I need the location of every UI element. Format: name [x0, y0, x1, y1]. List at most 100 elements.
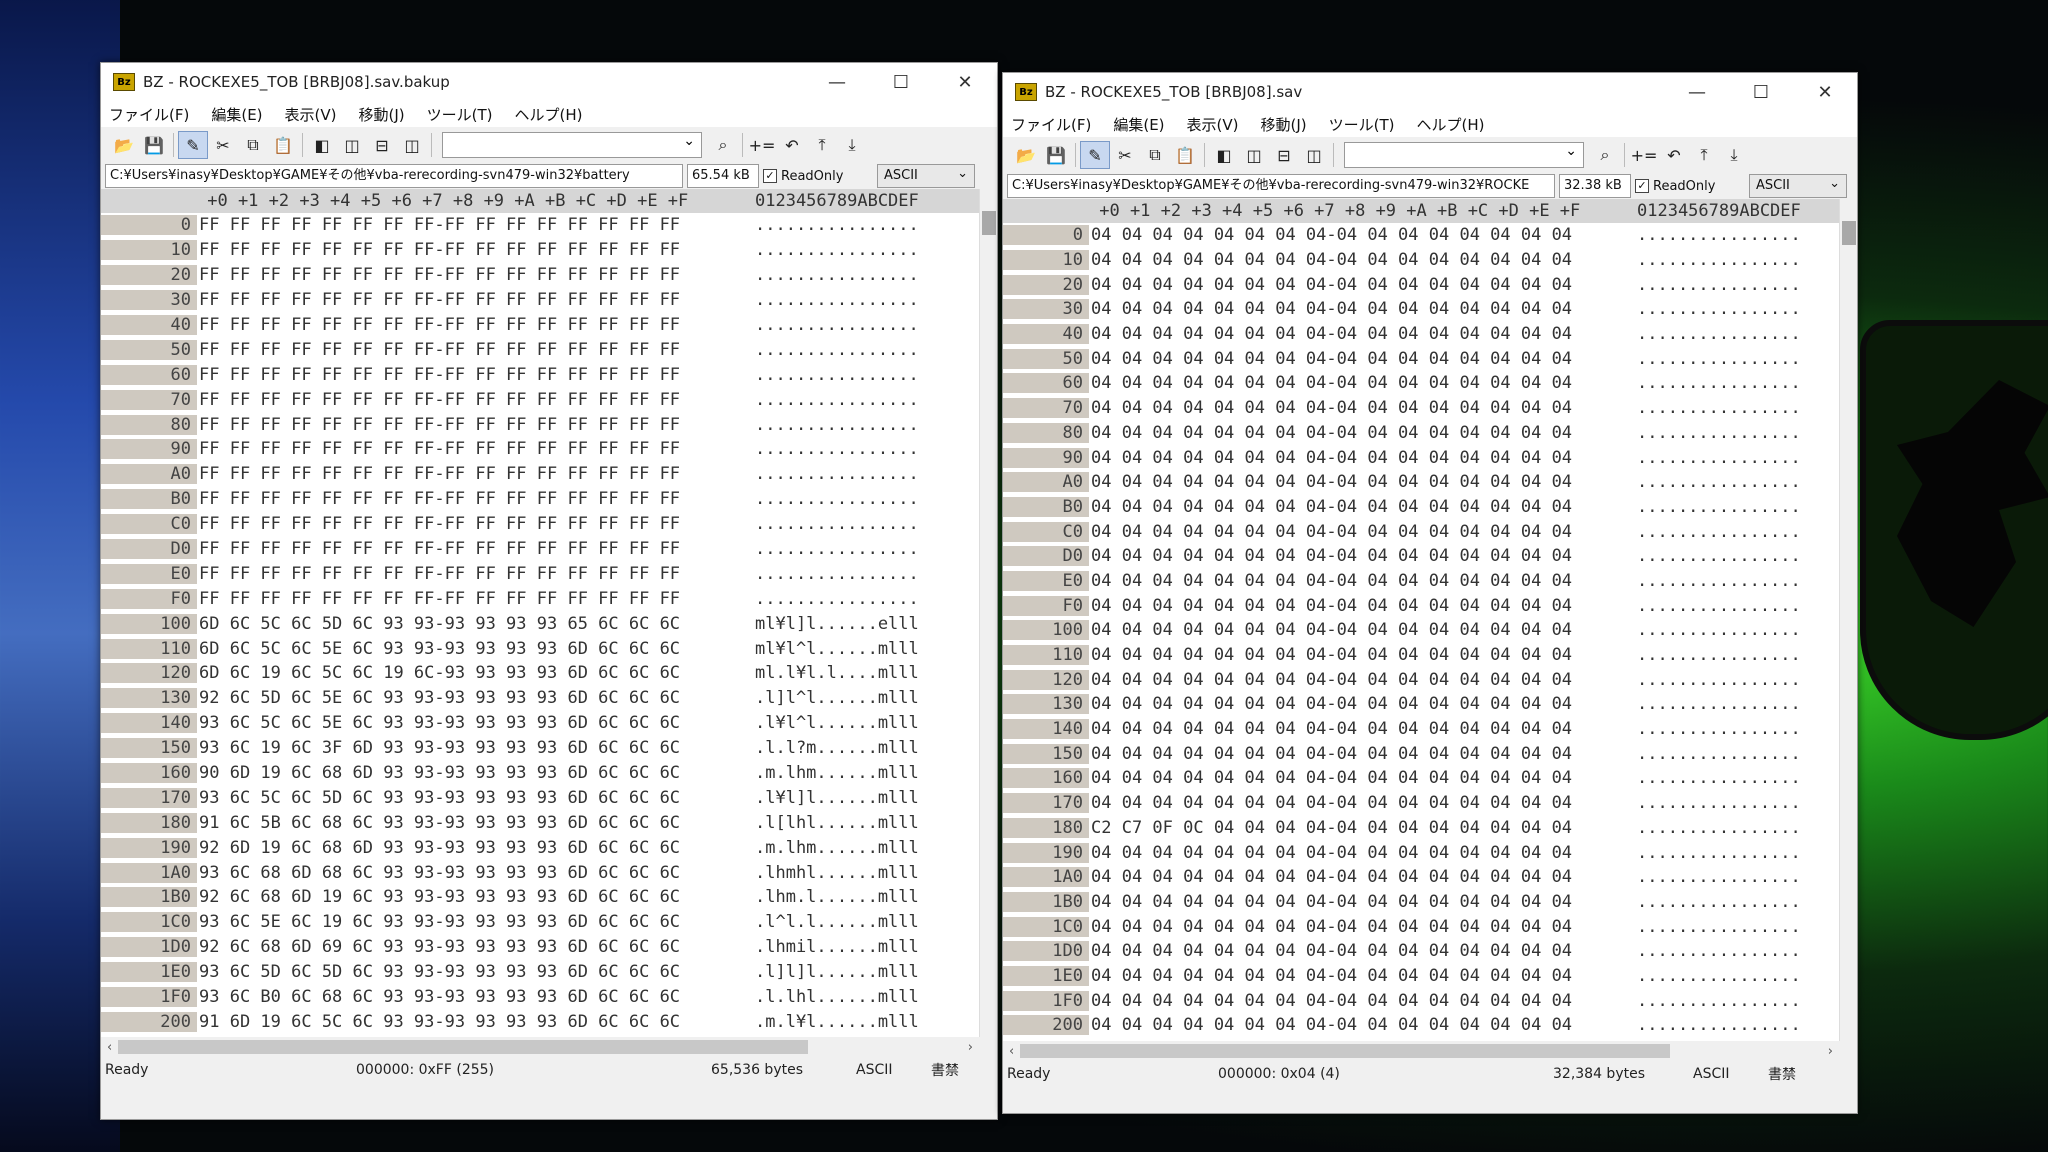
minimize-button[interactable]: —	[1665, 82, 1729, 103]
readonly-checkbox[interactable]: ✓ ReadOnly	[763, 169, 873, 184]
row-hex-bytes[interactable]: 91 6C 5B 6C 68 6C 93 93-93 93 93 93 6D 6…	[197, 813, 743, 833]
row-hex-bytes[interactable]: 04 04 04 04 04 04 04 04-04 04 04 04 04 0…	[1089, 991, 1625, 1011]
row-ascii[interactable]: ................	[743, 514, 919, 534]
scroll-left-icon[interactable]: ‹	[1003, 1044, 1020, 1059]
hex-row[interactable]: 140 93 6C 5C 6C 5E 6C 93 93-93 93 93 93 6…	[101, 711, 997, 736]
row-hex-bytes[interactable]: 04 04 04 04 04 04 04 04-04 04 04 04 04 0…	[1089, 324, 1625, 344]
row-ascii[interactable]: ................	[1625, 497, 1801, 517]
cut-icon[interactable]: ✂	[208, 131, 238, 159]
hex-view[interactable]: +0 +1 +2 +3 +4 +5 +6 +7 +8 +9 +A +B +C +…	[101, 189, 997, 1037]
hex-row[interactable]: A0 FF FF FF FF FF FF FF FF-FF FF FF FF FF…	[101, 462, 997, 487]
hex-row[interactable]: 0 04 04 04 04 04 04 04 04-04 04 04 04 04 …	[1003, 223, 1857, 248]
row-ascii[interactable]: ................	[1625, 620, 1801, 640]
row-hex-bytes[interactable]: 92 6C 68 6D 19 6C 93 93-93 93 93 93 6D 6…	[197, 887, 743, 907]
scroll-right-icon[interactable]: ›	[968, 1040, 997, 1055]
hex-row[interactable]: 10 FF FF FF FF FF FF FF FF-FF FF FF FF FF…	[101, 238, 997, 263]
row-hex-bytes[interactable]: 04 04 04 04 04 04 04 04-04 04 04 04 04 0…	[1089, 299, 1625, 319]
hex-row[interactable]: 0 FF FF FF FF FF FF FF FF-FF FF FF FF FF …	[101, 213, 997, 238]
hex-row[interactable]: 200 91 6D 19 6C 5C 6C 93 93-93 93 93 93 6…	[101, 1010, 997, 1035]
row-hex-bytes[interactable]: FF FF FF FF FF FF FF FF-FF FF FF FF FF F…	[197, 415, 743, 435]
horizontal-scrollbar[interactable]: ‹ ›	[1003, 1041, 1857, 1061]
hex-row[interactable]: 1F0 93 6C B0 6C 68 6C 93 93-93 93 93 93 6…	[101, 985, 997, 1010]
hex-row[interactable]: B0 04 04 04 04 04 04 04 04-04 04 04 04 04…	[1003, 495, 1857, 520]
hex-row[interactable]: 160 90 6D 19 6C 68 6D 93 93-93 93 93 93 6…	[101, 761, 997, 786]
hex-row[interactable]: 160 04 04 04 04 04 04 04 04-04 04 04 04 0…	[1003, 766, 1857, 791]
hex-row[interactable]: F0 04 04 04 04 04 04 04 04-04 04 04 04 04…	[1003, 593, 1857, 618]
row-hex-bytes[interactable]: FF FF FF FF FF FF FF FF-FF FF FF FF FF F…	[197, 539, 743, 559]
row-ascii[interactable]: ................	[1625, 991, 1801, 1011]
hex-row[interactable]: 70 FF FF FF FF FF FF FF FF-FF FF FF FF FF…	[101, 387, 997, 412]
hex-row[interactable]: 180 C2 C7 0F 0C 04 04 04 04-04 04 04 04 0…	[1003, 816, 1857, 841]
file-path-field[interactable]: C:¥Users¥inasy¥Desktop¥GAME¥その他¥vba-rere…	[1007, 174, 1555, 198]
row-ascii[interactable]: .l¥l^l......mlll	[743, 713, 919, 733]
row-ascii[interactable]: ................	[1625, 917, 1801, 937]
row-ascii[interactable]: .l¥l]l......mlll	[743, 788, 919, 808]
paste-icon[interactable]: 📋	[268, 131, 298, 159]
row-hex-bytes[interactable]: 6D 6C 5C 6C 5D 6C 93 93-93 93 93 93 65 6…	[197, 614, 743, 634]
row-hex-bytes[interactable]: 04 04 04 04 04 04 04 04-04 04 04 04 04 0…	[1089, 472, 1625, 492]
row-ascii[interactable]: ................	[1625, 472, 1801, 492]
row-ascii[interactable]: ml¥l]l......elll	[743, 614, 919, 634]
row-ascii[interactable]: .l.lhl......mlll	[743, 987, 919, 1007]
save-icon[interactable]: 💾	[1041, 141, 1071, 169]
row-ascii[interactable]: ................	[1625, 867, 1801, 887]
vertical-scrollbar[interactable]	[979, 189, 997, 1037]
row-hex-bytes[interactable]: 93 6C 19 6C 3F 6D 93 93-93 93 93 93 6D 6…	[197, 738, 743, 758]
hex-row[interactable]: 120 04 04 04 04 04 04 04 04-04 04 04 04 0…	[1003, 667, 1857, 692]
hex-row[interactable]: 50 FF FF FF FF FF FF FF FF-FF FF FF FF FF…	[101, 337, 997, 362]
view-single-icon[interactable]: ◧	[307, 131, 337, 159]
hex-row[interactable]: 20 04 04 04 04 04 04 04 04-04 04 04 04 04…	[1003, 272, 1857, 297]
row-ascii[interactable]: ................	[1625, 694, 1801, 714]
row-hex-bytes[interactable]: FF FF FF FF FF FF FF FF-FF FF FF FF FF F…	[197, 265, 743, 285]
hex-row[interactable]: D0 FF FF FF FF FF FF FF FF-FF FF FF FF FF…	[101, 537, 997, 562]
row-hex-bytes[interactable]: 6D 6C 5C 6C 5E 6C 93 93-93 93 93 93 6D 6…	[197, 639, 743, 659]
menu-help[interactable]: ヘルプ(H)	[1417, 114, 1485, 135]
row-hex-bytes[interactable]: 04 04 04 04 04 04 04 04-04 04 04 04 04 0…	[1089, 645, 1625, 665]
save-icon[interactable]: 💾	[139, 131, 169, 159]
hex-row[interactable]: 1B0 04 04 04 04 04 04 04 04-04 04 04 04 0…	[1003, 890, 1857, 915]
minimize-button[interactable]: —	[805, 72, 869, 93]
row-hex-bytes[interactable]: 04 04 04 04 04 04 04 04-04 04 04 04 04 0…	[1089, 373, 1625, 393]
vertical-scrollbar[interactable]	[1839, 199, 1857, 1041]
row-ascii[interactable]: ................	[1625, 546, 1801, 566]
row-ascii[interactable]: ................	[743, 489, 919, 509]
row-hex-bytes[interactable]: FF FF FF FF FF FF FF FF-FF FF FF FF FF F…	[197, 315, 743, 335]
row-hex-bytes[interactable]: 04 04 04 04 04 04 04 04-04 04 04 04 04 0…	[1089, 843, 1625, 863]
menu-edit[interactable]: 編集(E)	[1113, 114, 1164, 135]
row-ascii[interactable]: ................	[743, 589, 919, 609]
row-hex-bytes[interactable]: 04 04 04 04 04 04 04 04-04 04 04 04 04 0…	[1089, 349, 1625, 369]
row-hex-bytes[interactable]: 04 04 04 04 04 04 04 04-04 04 04 04 04 0…	[1089, 917, 1625, 937]
row-ascii[interactable]: ................	[1625, 398, 1801, 418]
menu-view[interactable]: 表示(V)	[285, 104, 337, 125]
copy-icon[interactable]: ⧉	[238, 131, 268, 159]
row-ascii[interactable]: .m.l¥l......mlll	[743, 1012, 919, 1032]
row-hex-bytes[interactable]: FF FF FF FF FF FF FF FF-FF FF FF FF FF F…	[197, 365, 743, 385]
hex-row[interactable]: 1E0 93 6C 5D 6C 5D 6C 93 93-93 93 93 93 6…	[101, 960, 997, 985]
hex-row[interactable]: 30 FF FF FF FF FF FF FF FF-FF FF FF FF FF…	[101, 288, 997, 313]
row-ascii[interactable]: ................	[1625, 670, 1801, 690]
row-ascii[interactable]: .l.l?m......mlll	[743, 738, 919, 758]
hex-row[interactable]: 190 92 6D 19 6C 68 6D 93 93-93 93 93 93 6…	[101, 835, 997, 860]
edit-mode-icon[interactable]: ✎	[1080, 141, 1110, 169]
hex-row[interactable]: 100 6D 6C 5C 6C 5D 6C 93 93-93 93 93 93 6…	[101, 611, 997, 636]
hex-row[interactable]: 20 FF FF FF FF FF FF FF FF-FF FF FF FF FF…	[101, 263, 997, 288]
hex-row[interactable]: 130 04 04 04 04 04 04 04 04-04 04 04 04 0…	[1003, 692, 1857, 717]
row-hex-bytes[interactable]: 04 04 04 04 04 04 04 04-04 04 04 04 04 0…	[1089, 398, 1625, 418]
row-hex-bytes[interactable]: FF FF FF FF FF FF FF FF-FF FF FF FF FF F…	[197, 514, 743, 534]
row-hex-bytes[interactable]: 04 04 04 04 04 04 04 04-04 04 04 04 04 0…	[1089, 522, 1625, 542]
hex-row[interactable]: 90 FF FF FF FF FF FF FF FF-FF FF FF FF FF…	[101, 437, 997, 462]
row-hex-bytes[interactable]: 93 6C 5E 6C 19 6C 93 93-93 93 93 93 6D 6…	[197, 912, 743, 932]
hex-row[interactable]: 80 FF FF FF FF FF FF FF FF-FF FF FF FF FF…	[101, 412, 997, 437]
hex-row[interactable]: 40 FF FF FF FF FF FF FF FF-FF FF FF FF FF…	[101, 313, 997, 338]
hex-row[interactable]: 1C0 04 04 04 04 04 04 04 04-04 04 04 04 0…	[1003, 914, 1857, 939]
row-ascii[interactable]: ................	[1625, 818, 1801, 838]
hex-row[interactable]: 50 04 04 04 04 04 04 04 04-04 04 04 04 04…	[1003, 346, 1857, 371]
view-vertical-icon[interactable]: ◫	[397, 131, 427, 159]
row-ascii[interactable]: ................	[1625, 1015, 1801, 1035]
row-hex-bytes[interactable]: 93 6C 68 6D 68 6C 93 93-93 93 93 93 6D 6…	[197, 863, 743, 883]
hex-row[interactable]: 150 93 6C 19 6C 3F 6D 93 93-93 93 93 93 6…	[101, 736, 997, 761]
hex-row[interactable]: 1E0 04 04 04 04 04 04 04 04-04 04 04 04 0…	[1003, 964, 1857, 989]
row-hex-bytes[interactable]: 92 6C 5D 6C 5E 6C 93 93-93 93 93 93 6D 6…	[197, 688, 743, 708]
row-ascii[interactable]: .l]l]l......mlll	[743, 962, 919, 982]
scroll-left-icon[interactable]: ‹	[101, 1040, 118, 1055]
